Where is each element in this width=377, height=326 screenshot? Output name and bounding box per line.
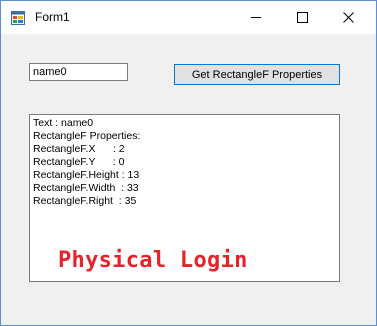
minimize-button[interactable]	[233, 1, 279, 34]
output-line: RectangleF Properties:	[33, 130, 141, 142]
name-textbox[interactable]	[29, 63, 128, 81]
title-bar[interactable]: Form1	[1, 1, 376, 34]
get-rectanglef-properties-button[interactable]: Get RectangleF Properties	[174, 64, 340, 85]
minimize-icon	[250, 17, 261, 18]
form-window: Form1 Get RectangleF Properties Text : n…	[0, 0, 377, 326]
close-icon	[342, 12, 354, 23]
output-line: RectangleF.Width : 33	[33, 182, 139, 194]
window-title: Form1	[35, 10, 70, 24]
output-line: RectangleF.Y : 0	[33, 156, 125, 168]
output-line: RectangleF.Height : 13	[33, 169, 140, 181]
output-line: RectangleF.X : 2	[33, 143, 125, 155]
watermark-text: Physical Login	[58, 248, 248, 273]
output-line: Text : name0	[33, 117, 94, 129]
close-button[interactable]	[325, 1, 371, 34]
output-line: RectangleF.Right : 35	[33, 195, 137, 207]
maximize-button[interactable]	[279, 1, 325, 34]
winforms-form-icon	[11, 11, 25, 25]
maximize-icon	[296, 12, 308, 23]
